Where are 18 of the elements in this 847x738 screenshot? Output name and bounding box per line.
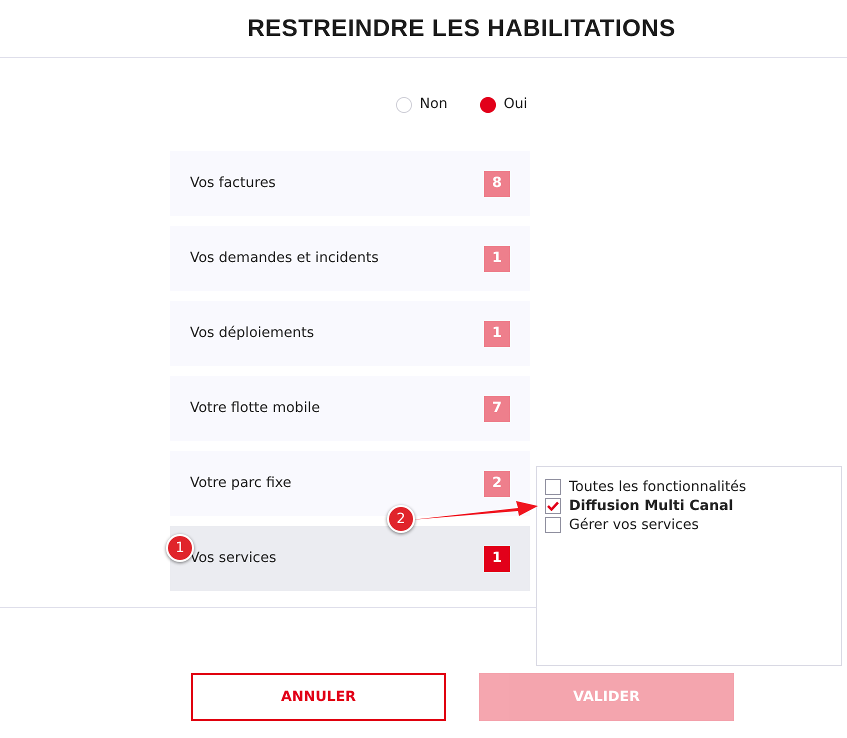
- checkbox-option[interactable]: Diffusion Multi Canal: [545, 497, 841, 515]
- check-icon: [547, 501, 559, 511]
- count-badge: 7: [484, 396, 510, 422]
- checkbox-option[interactable]: Toutes les fonctionnalités: [545, 478, 841, 496]
- category-item[interactable]: Vos factures 8: [170, 151, 530, 216]
- cancel-button[interactable]: ANNULER: [191, 673, 446, 721]
- count-badge: 8: [484, 170, 510, 196]
- radio-option[interactable]: Oui: [480, 94, 528, 115]
- count-badge: 1: [484, 320, 510, 346]
- category-item[interactable]: Vos déploiements 1: [170, 301, 530, 366]
- radio-option[interactable]: Non: [396, 94, 448, 115]
- category-item[interactable]: Votre flotte mobile 7: [170, 376, 530, 441]
- page-title: RESTREINDRE LES HABILITATIONS: [247, 14, 676, 44]
- checkbox-option[interactable]: Gérer vos services: [545, 516, 841, 534]
- count-badge: 1: [484, 546, 510, 572]
- count-badge: 2: [484, 470, 510, 496]
- count-badge: 1: [484, 246, 510, 272]
- category-item[interactable]: Vos demandes et incidents 1: [170, 226, 530, 291]
